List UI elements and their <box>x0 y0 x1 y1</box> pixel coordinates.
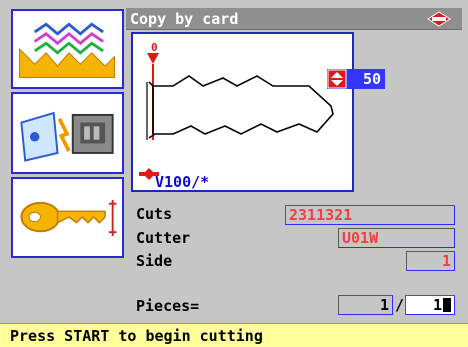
key-code-label: V100/* <box>155 173 210 191</box>
pieces-total-field[interactable]: 1 <box>405 295 455 315</box>
title-bar: Copy by card <box>126 8 462 30</box>
key-measure-tool-button[interactable] <box>11 177 124 258</box>
cuts-field[interactable]: 2311321 <box>285 205 455 225</box>
key-profile-outline <box>148 75 334 139</box>
pieces-separator: / <box>395 296 405 314</box>
pieces-done-field[interactable]: 1 <box>338 295 393 315</box>
card-reader-icon <box>20 111 114 162</box>
brand-logo-icon <box>427 11 451 27</box>
key-cut-diagram: 0 <box>139 41 334 180</box>
card-copy-tool-button[interactable] <box>11 92 124 174</box>
marker-label: 0 <box>151 41 158 54</box>
cuts-label: Cuts <box>136 205 173 223</box>
side-field[interactable]: 1 <box>406 251 455 271</box>
depth-value: 50 <box>362 70 381 88</box>
cutter-field[interactable]: U01W <box>338 228 455 248</box>
status-bar: Press START to begin cutting <box>0 323 468 347</box>
cutter-profile-icon <box>19 22 115 78</box>
key-profile-tool-button[interactable] <box>11 9 124 89</box>
side-label: Side <box>136 252 173 270</box>
key-preview-panel: 0 50 <box>131 32 385 192</box>
up-down-arrow-icon[interactable] <box>327 69 347 89</box>
pieces-label: Pieces= <box>136 297 200 315</box>
pieces-total-value: 1 <box>432 296 442 314</box>
depth-value-box[interactable]: 50 <box>327 69 385 89</box>
text-cursor <box>443 298 451 312</box>
cutter-label: Cutter <box>136 229 191 247</box>
window-title: Copy by card <box>130 10 239 28</box>
status-message: Press START to begin cutting <box>10 327 263 345</box>
key-icon <box>20 199 117 237</box>
